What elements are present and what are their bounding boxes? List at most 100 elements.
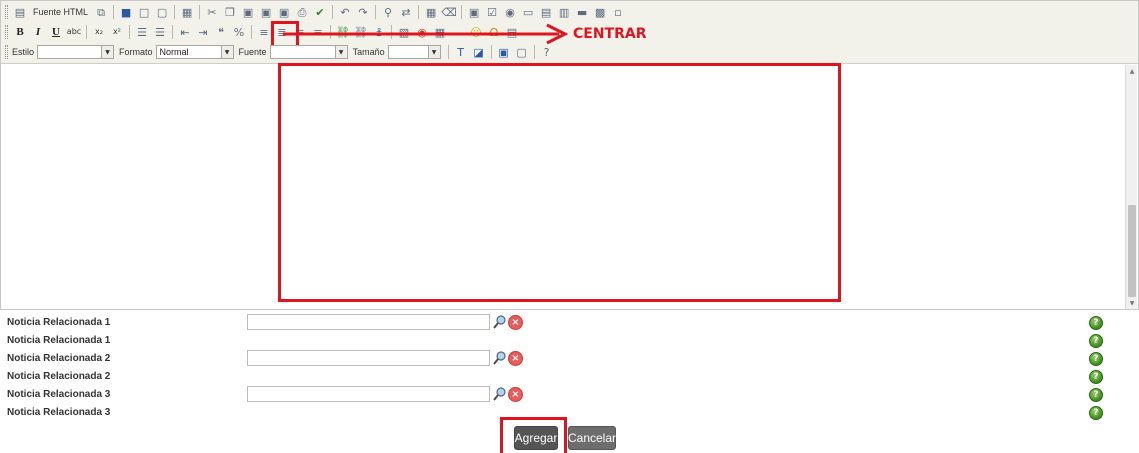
related-news-label: Noticia Relacionada 1 [7,335,111,346]
numbered-list-icon[interactable]: ☰ [133,23,151,41]
source-icon[interactable]: ▤ [11,3,29,21]
editor-scrollbar[interactable]: ▲ ▼ [1125,65,1137,309]
clear-icon[interactable]: × [508,387,523,402]
button-field-icon[interactable]: ▬ [573,3,591,21]
toolbar-separator [129,25,130,39]
bold-icon[interactable]: B [11,23,29,41]
style-select[interactable]: ▼ [37,45,115,59]
select-all-icon[interactable]: ▦ [422,3,440,21]
radio-icon[interactable]: ◉ [501,3,519,21]
related-news-input[interactable] [247,314,490,330]
related-news-row: Noticia Relacionada 2 ×? [0,350,1139,368]
textarea-icon[interactable]: ▤ [537,3,555,21]
related-news-row: Noticia Relacionada 3? [0,404,1139,422]
remove-format-icon[interactable]: ⌫ [440,3,458,21]
toolbar-separator [461,5,463,19]
related-news-row: Noticia Relacionada 3 ×? [0,386,1139,404]
search-icon[interactable] [493,387,507,402]
redo-icon[interactable]: ↷ [354,3,372,21]
related-news-input[interactable] [247,350,490,366]
source-html-button[interactable]: Fuente HTML [29,3,92,21]
help-icon[interactable]: ? [1089,334,1103,348]
bulleted-list-icon[interactable]: ☰ [151,23,169,41]
toolbar-separator [113,5,115,19]
related-news-input[interactable] [247,386,490,402]
search-icon[interactable] [493,351,507,366]
superscript-icon[interactable]: x² [108,23,126,41]
templates-icon[interactable]: ▦ [178,3,196,21]
paste-text-icon[interactable]: ▣ [257,3,275,21]
help-icon[interactable]: ? [1089,352,1103,366]
related-news-row: Noticia Relacionada 1 ×? [0,314,1139,332]
related-news-label: Noticia Relacionada 3 [7,389,111,400]
replace-icon[interactable]: ⇄ [397,3,415,21]
clear-icon[interactable]: × [508,315,523,330]
search-icon[interactable] [493,315,507,330]
toolbar-separator [418,5,420,19]
size-label: Tamaño [352,47,385,57]
toolbar-separator [172,25,173,39]
related-news-label: Noticia Relacionada 2 [7,353,111,364]
find-icon[interactable]: ⚲ [379,3,397,21]
print-icon[interactable]: ⎙ [293,3,311,21]
scroll-thumb[interactable] [1128,205,1136,297]
toolbar-separator [199,5,201,19]
paste-icon[interactable]: ▣ [239,3,257,21]
help-icon[interactable]: ? [1089,406,1103,420]
chevron-down-icon[interactable]: ▼ [220,46,233,58]
related-news-label: Noticia Relacionada 2 [7,371,111,382]
blockquote-icon[interactable]: ❝ [212,23,230,41]
content-highlight-box [278,63,841,302]
format-select[interactable]: Normal ▼ [155,45,234,59]
spellcheck-icon[interactable]: ✔ [311,3,329,21]
cut-icon[interactable]: ✂ [203,3,221,21]
size-select[interactable]: ▼ [387,45,441,59]
preview-layout-icon[interactable]: ⧉ [92,3,110,21]
toolbar-separator [447,45,449,59]
toolbar-separator [251,25,252,39]
chevron-down-icon[interactable]: ▼ [334,46,347,58]
undo-icon[interactable]: ↶ [336,3,354,21]
help-icon[interactable]: ? [1089,370,1103,384]
cancel-button[interactable]: Cancelar [568,426,616,450]
preview-icon[interactable]: ▢ [153,3,171,21]
help-icon[interactable]: ? [1089,316,1103,330]
checkbox-icon[interactable]: ☑ [483,3,501,21]
image-button-icon[interactable]: ▩ [591,3,609,21]
paste-word-icon[interactable]: ▣ [275,3,293,21]
style-label: Estilo [12,47,35,57]
text-field-icon[interactable]: ▭ [519,3,537,21]
strikethrough-icon[interactable]: abc [65,23,83,41]
new-page-icon[interactable]: □ [135,3,153,21]
copy-icon[interactable]: ❐ [221,3,239,21]
hidden-field-icon[interactable]: ▫ [609,3,627,21]
italic-icon[interactable]: I [29,23,47,41]
arrow-annotation-icon [283,23,569,45]
toolbar-separator [375,5,377,19]
toolbar-separator [332,5,334,19]
indent-icon[interactable]: ⇥ [194,23,212,41]
save-icon[interactable]: ■ [117,3,135,21]
font-select[interactable]: ▼ [269,45,348,59]
format-label: Formato [119,47,153,57]
underline-icon[interactable]: U [47,23,65,41]
related-news-row: Noticia Relacionada 1? [0,332,1139,350]
outdent-icon[interactable]: ⇤ [176,23,194,41]
clear-icon[interactable]: × [508,351,523,366]
add-button[interactable]: Agregar [514,426,558,450]
form-icon[interactable]: ▣ [465,3,483,21]
scroll-down-icon[interactable]: ▼ [1126,297,1138,309]
toolbar-row-1: ▤ Fuente HTML ⧉ ■ □ ▢ ▦ ✂ ❐ ▣ ▣ ▣ ⎙ ✔ ↶ … [3,2,627,22]
annotation-label: CENTRAR [573,26,647,42]
font-label: Fuente [238,47,267,57]
help-icon[interactable]: ? [1089,388,1103,402]
scroll-up-icon[interactable]: ▲ [1126,65,1138,77]
chevron-down-icon[interactable]: ▼ [101,46,114,58]
toolbar-grip [5,5,8,19]
chevron-down-icon[interactable]: ▼ [427,46,440,58]
div-container-icon[interactable]: % [230,23,248,41]
subscript-icon[interactable]: x₂ [90,23,108,41]
toolbar-separator [490,45,492,59]
format-select-value: Normal [159,47,189,57]
select-field-icon[interactable]: ▥ [555,3,573,21]
